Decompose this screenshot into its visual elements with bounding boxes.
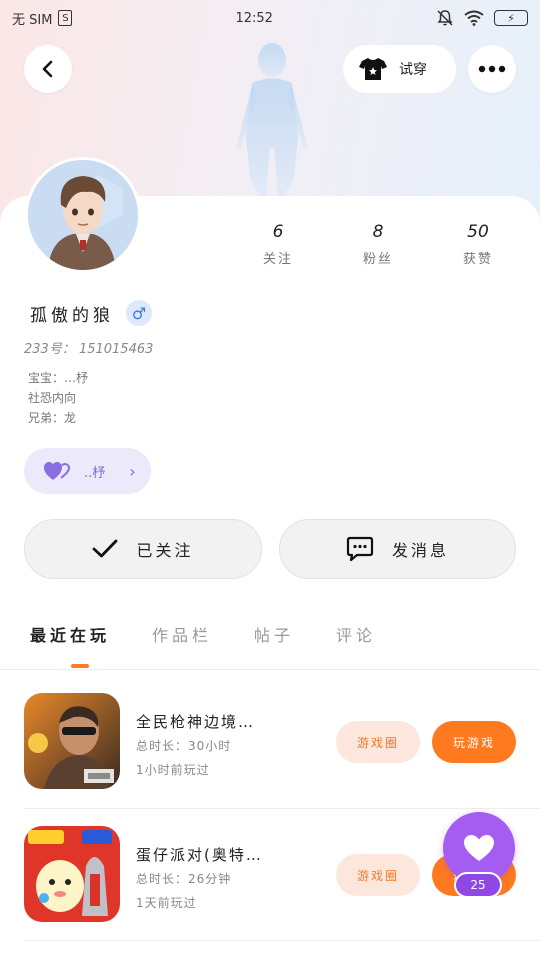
profile-stats: 6 关注 8 粉丝 50 获赞 — [228, 222, 528, 267]
nickname: 孤傲的狼 — [30, 305, 114, 326]
play-game-button[interactable]: 玩游戏 — [432, 721, 516, 763]
avatar-figure-hologram — [236, 43, 308, 196]
row-divider — [24, 940, 540, 941]
try-on-label: 试穿 — [399, 62, 427, 78]
wifi-icon — [464, 10, 484, 26]
more-dots-icon — [478, 65, 506, 73]
tab-comments[interactable]: 评论 — [336, 622, 376, 646]
avatar-image — [28, 160, 138, 270]
stat-following-label: 关注 — [262, 252, 293, 267]
game-title: 蛋仔派对(奥特… — [136, 846, 263, 864]
check-icon — [93, 539, 118, 558]
game-total-time: 总时长：30小时 — [136, 739, 232, 753]
stat-likes-value: 50 — [467, 222, 489, 242]
tab-posts[interactable]: 帖子 — [254, 622, 294, 646]
profile-tabs: 最近在玩 作品栏 帖子 评论 — [30, 622, 376, 646]
heart-icon — [464, 835, 494, 861]
game-total-time: 总时长：26分钟 — [136, 872, 232, 886]
more-options-button[interactable] — [468, 45, 516, 93]
chevron-left-icon — [42, 60, 53, 78]
nickname-row: 孤傲的狼 ♂ — [30, 300, 152, 326]
clock: 12:52 — [235, 10, 273, 26]
sim-card-icon: S — [58, 10, 73, 26]
bio-line: 宝宝：…杼 — [28, 371, 89, 385]
tab-recently-played[interactable]: 最近在玩 — [30, 622, 110, 646]
tabs-divider — [0, 669, 540, 670]
like-count-badge: 25 — [454, 872, 502, 898]
tshirt-icon — [359, 58, 387, 80]
relationship-badge[interactable]: ..杼 › — [24, 448, 151, 494]
bio-line: 兄弟：龙 — [28, 411, 77, 425]
game-circle-button[interactable]: 游戏圈 — [336, 721, 420, 763]
send-message-label: 发消息 — [391, 541, 449, 560]
chat-bubble-icon — [346, 536, 374, 562]
stat-followers-value: 8 — [372, 222, 384, 242]
stat-likes[interactable]: 50 获赞 — [428, 222, 528, 267]
avatar[interactable] — [25, 157, 141, 273]
game-icon-image — [24, 826, 120, 922]
tab-works[interactable]: 作品栏 — [152, 622, 212, 646]
bio-line: 社恐内向 — [28, 391, 77, 405]
game-icon-quanmin-qiangshen — [24, 693, 120, 789]
game-icon-image — [24, 693, 120, 789]
game-last-played: 1天前玩过 — [136, 896, 197, 910]
status-bar: 无 SIM S 12:52 ⚡ — [0, 0, 540, 36]
gender-male-icon: ♂ — [126, 300, 152, 326]
status-left: 无 SIM S — [12, 9, 73, 28]
game-circle-button[interactable]: 游戏圈 — [336, 854, 420, 896]
stat-following[interactable]: 6 关注 — [228, 222, 328, 267]
battery-icon: ⚡ — [494, 10, 528, 26]
badge-label: ..杼 — [84, 465, 106, 481]
status-right: ⚡ — [436, 9, 528, 27]
stat-likes-label: 获赞 — [462, 252, 493, 267]
bio: 宝宝：…杼 社恐内向 兄弟：龙 — [28, 368, 88, 428]
bell-off-icon — [437, 10, 453, 26]
stat-followers[interactable]: 8 粉丝 — [328, 222, 428, 267]
list-item[interactable]: 蛋仔派对(奥特… 总时长：26分钟 1天前玩过 游戏圈 玩游戏 — [24, 826, 516, 926]
followed-label: 已关注 — [136, 541, 194, 560]
active-tab-indicator — [71, 664, 89, 668]
chevron-right-icon: › — [129, 461, 136, 481]
try-on-button[interactable]: 试穿 — [343, 45, 456, 93]
send-message-button[interactable]: 发消息 — [279, 519, 516, 579]
row-divider — [24, 808, 540, 809]
followed-button[interactable]: 已关注 — [24, 519, 262, 579]
list-item[interactable]: 全民枪神边境… 总时长：30小时 1小时前玩过 游戏圈 玩游戏 — [24, 693, 516, 793]
stat-followers-label: 粉丝 — [362, 252, 393, 267]
user-id: 233号： 151015463 — [24, 342, 154, 357]
stat-following-value: 6 — [272, 222, 284, 242]
game-icon-eggy-party — [24, 826, 120, 922]
game-last-played: 1小时前玩过 — [136, 763, 210, 777]
double-heart-icon — [44, 462, 70, 480]
back-button[interactable] — [24, 45, 72, 93]
sim-status-text: 无 SIM — [12, 12, 53, 28]
game-title: 全民枪神边境… — [136, 713, 256, 731]
